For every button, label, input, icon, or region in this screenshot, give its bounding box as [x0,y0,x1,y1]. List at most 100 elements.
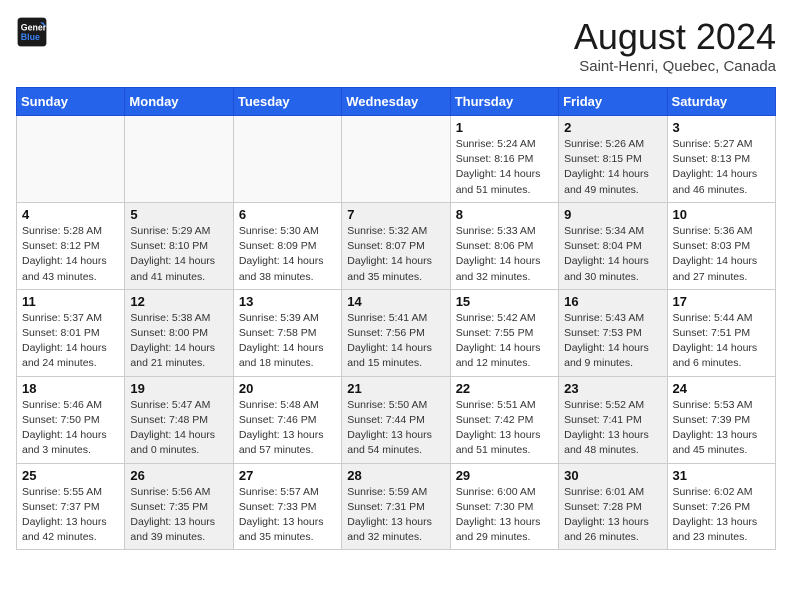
calendar-cell: 11 Sunrise: 5:37 AM Sunset: 8:01 PM Dayli… [17,289,125,376]
calendar-cell: 8 Sunrise: 5:33 AM Sunset: 8:06 PM Daylig… [450,202,558,289]
weekday-header-sunday: Sunday [17,88,125,116]
calendar-cell: 23Sunrise: 5:52 AM Sunset: 7:41 PM Dayli… [559,376,667,463]
location: Saint-Henri, Quebec, Canada [574,58,776,75]
calendar-cell: 25 Sunrise: 5:55 AM Sunset: 7:37 PM Dayli… [17,463,125,550]
calendar-cell: 27 Sunrise: 5:57 AM Sunset: 7:33 PM Dayli… [233,463,341,550]
calendar-cell: 18Sunrise: 5:46 AM Sunset: 7:50 PM Dayli… [17,376,125,463]
calendar-cell: 24 Sunrise: 5:53 AM Sunset: 7:39 PM Dayli… [667,376,775,463]
calendar-cell: 16 Sunrise: 5:43 AM Sunset: 7:53 PM Dayli… [559,289,667,376]
day-number: 4 [22,207,119,222]
weekday-header-saturday: Saturday [667,88,775,116]
day-number: 1 [456,120,553,135]
day-info: Sunrise: 5:24 AM Sunset: 8:16 PM Dayligh… [456,137,553,198]
calendar-cell: 1 Sunrise: 5:24 AM Sunset: 8:16 PM Daylig… [450,116,558,203]
day-info: Sunrise: 5:26 AM Sunset: 8:15 PM Dayligh… [564,137,661,198]
day-info: Sunrise: 5:47 AM Sunset: 7:48 PM Dayligh… [130,398,227,459]
day-number: 14 [347,294,444,309]
day-number: 31 [673,468,770,483]
weekday-header-tuesday: Tuesday [233,88,341,116]
day-number: 15 [456,294,553,309]
day-info: Sunrise: 5:55 AM Sunset: 7:37 PM Dayligh… [22,485,119,546]
day-info: Sunrise: 5:37 AM Sunset: 8:01 PM Dayligh… [22,311,119,372]
day-info: Sunrise: 5:33 AM Sunset: 8:06 PM Dayligh… [456,224,553,285]
calendar-cell: 13Sunrise: 5:39 AM Sunset: 7:58 PM Dayli… [233,289,341,376]
weekday-header-monday: Monday [125,88,233,116]
logo-icon: General Blue [16,16,48,48]
calendar-week-5: 25 Sunrise: 5:55 AM Sunset: 7:37 PM Dayli… [17,463,776,550]
calendar-cell: 29Sunrise: 6:00 AM Sunset: 7:30 PM Dayli… [450,463,558,550]
calendar-cell: 9Sunrise: 5:34 AM Sunset: 8:04 PM Daylig… [559,202,667,289]
day-number: 16 [564,294,661,309]
day-info: Sunrise: 5:34 AM Sunset: 8:04 PM Dayligh… [564,224,661,285]
calendar-week-4: 18Sunrise: 5:46 AM Sunset: 7:50 PM Dayli… [17,376,776,463]
day-info: Sunrise: 6:02 AM Sunset: 7:26 PM Dayligh… [673,485,770,546]
calendar-week-1: 1 Sunrise: 5:24 AM Sunset: 8:16 PM Daylig… [17,116,776,203]
calendar-week-2: 4 Sunrise: 5:28 AM Sunset: 8:12 PM Daylig… [17,202,776,289]
day-info: Sunrise: 5:59 AM Sunset: 7:31 PM Dayligh… [347,485,444,546]
day-number: 20 [239,381,336,396]
day-info: Sunrise: 5:29 AM Sunset: 8:10 PM Dayligh… [130,224,227,285]
calendar-cell: 6 Sunrise: 5:30 AM Sunset: 8:09 PM Daylig… [233,202,341,289]
day-number: 11 [22,294,119,309]
weekday-header-friday: Friday [559,88,667,116]
day-number: 17 [673,294,770,309]
day-number: 22 [456,381,553,396]
calendar-cell: 31 Sunrise: 6:02 AM Sunset: 7:26 PM Dayli… [667,463,775,550]
calendar-cell: 21Sunrise: 5:50 AM Sunset: 7:44 PM Dayli… [342,376,450,463]
weekday-header-wednesday: Wednesday [342,88,450,116]
day-number: 21 [347,381,444,396]
day-info: Sunrise: 5:32 AM Sunset: 8:07 PM Dayligh… [347,224,444,285]
day-info: Sunrise: 5:30 AM Sunset: 8:09 PM Dayligh… [239,224,336,285]
day-info: Sunrise: 5:48 AM Sunset: 7:46 PM Dayligh… [239,398,336,459]
calendar-cell: 12 Sunrise: 5:38 AM Sunset: 8:00 PM Dayli… [125,289,233,376]
day-number: 8 [456,207,553,222]
calendar-cell [17,116,125,203]
calendar-cell: 19Sunrise: 5:47 AM Sunset: 7:48 PM Dayli… [125,376,233,463]
day-info: Sunrise: 5:51 AM Sunset: 7:42 PM Dayligh… [456,398,553,459]
day-number: 12 [130,294,227,309]
day-info: Sunrise: 5:57 AM Sunset: 7:33 PM Dayligh… [239,485,336,546]
calendar-cell: 4 Sunrise: 5:28 AM Sunset: 8:12 PM Daylig… [17,202,125,289]
day-number: 13 [239,294,336,309]
day-info: Sunrise: 5:42 AM Sunset: 7:55 PM Dayligh… [456,311,553,372]
calendar-table: SundayMondayTuesdayWednesdayThursdayFrid… [16,87,776,550]
day-number: 6 [239,207,336,222]
day-number: 18 [22,381,119,396]
calendar-cell: 3 Sunrise: 5:27 AM Sunset: 8:13 PM Daylig… [667,116,775,203]
day-info: Sunrise: 5:43 AM Sunset: 7:53 PM Dayligh… [564,311,661,372]
day-number: 25 [22,468,119,483]
calendar-cell [125,116,233,203]
calendar-cell: 5Sunrise: 5:29 AM Sunset: 8:10 PM Daylig… [125,202,233,289]
day-info: Sunrise: 5:28 AM Sunset: 8:12 PM Dayligh… [22,224,119,285]
day-number: 23 [564,381,661,396]
calendar-cell: 30Sunrise: 6:01 AM Sunset: 7:28 PM Dayli… [559,463,667,550]
day-number: 2 [564,120,661,135]
day-info: Sunrise: 5:41 AM Sunset: 7:56 PM Dayligh… [347,311,444,372]
day-number: 27 [239,468,336,483]
calendar-cell [342,116,450,203]
day-info: Sunrise: 5:44 AM Sunset: 7:51 PM Dayligh… [673,311,770,372]
day-number: 26 [130,468,227,483]
day-number: 24 [673,381,770,396]
calendar-cell: 22 Sunrise: 5:51 AM Sunset: 7:42 PM Dayli… [450,376,558,463]
day-info: Sunrise: 5:27 AM Sunset: 8:13 PM Dayligh… [673,137,770,198]
svg-text:Blue: Blue [21,32,40,42]
logo: General Blue General Blue [16,16,48,48]
page-header: General Blue General Blue August 2024 Sa… [16,16,776,75]
weekday-header-row: SundayMondayTuesdayWednesdayThursdayFrid… [17,88,776,116]
calendar-cell: 28 Sunrise: 5:59 AM Sunset: 7:31 PM Dayli… [342,463,450,550]
day-number: 28 [347,468,444,483]
month-title: August 2024 [574,16,776,58]
weekday-header-thursday: Thursday [450,88,558,116]
day-info: Sunrise: 5:38 AM Sunset: 8:00 PM Dayligh… [130,311,227,372]
day-number: 10 [673,207,770,222]
calendar-cell: 10Sunrise: 5:36 AM Sunset: 8:03 PM Dayli… [667,202,775,289]
day-number: 3 [673,120,770,135]
title-area: August 2024 Saint-Henri, Quebec, Canada [574,16,776,75]
calendar-cell: 2 Sunrise: 5:26 AM Sunset: 8:15 PM Daylig… [559,116,667,203]
calendar-cell: 26Sunrise: 5:56 AM Sunset: 7:35 PM Dayli… [125,463,233,550]
day-info: Sunrise: 6:00 AM Sunset: 7:30 PM Dayligh… [456,485,553,546]
day-info: Sunrise: 5:53 AM Sunset: 7:39 PM Dayligh… [673,398,770,459]
calendar-cell: 15 Sunrise: 5:42 AM Sunset: 7:55 PM Dayli… [450,289,558,376]
day-info: Sunrise: 6:01 AM Sunset: 7:28 PM Dayligh… [564,485,661,546]
